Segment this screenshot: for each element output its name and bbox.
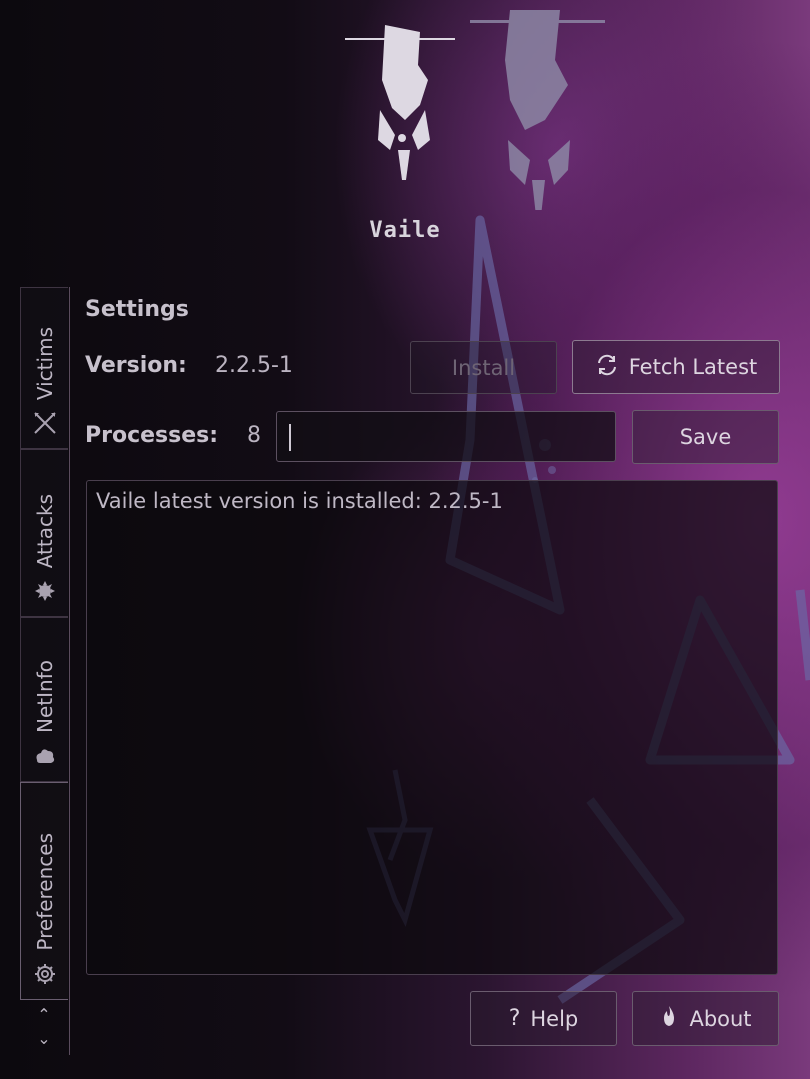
status-log-text: Vaile latest version is installed: 2.2.5… bbox=[96, 489, 503, 513]
processes-input[interactable] bbox=[276, 411, 616, 462]
app-title: Vaile bbox=[369, 218, 441, 243]
tab-netinfo-label: NetInfo bbox=[32, 660, 57, 733]
side-tab-bar: Victims Attacks NetInfo Preferences ⌃ ⌄ bbox=[20, 287, 70, 1055]
processes-value: 8 bbox=[247, 423, 261, 448]
help-button-label: Help bbox=[530, 1006, 579, 1031]
about-button-label: About bbox=[689, 1006, 752, 1031]
crossed-swords-icon bbox=[32, 410, 58, 436]
fetch-latest-button[interactable]: Fetch Latest bbox=[572, 340, 780, 394]
refresh-icon bbox=[595, 353, 619, 382]
flame-icon bbox=[659, 1004, 679, 1033]
help-button[interactable]: ? Help bbox=[470, 991, 617, 1046]
tab-preferences[interactable]: Preferences bbox=[20, 782, 68, 1000]
tab-victims-label: Victims bbox=[32, 326, 57, 400]
help-icon: ? bbox=[508, 1006, 521, 1031]
install-button[interactable]: Install bbox=[410, 341, 557, 394]
gear-icon bbox=[32, 961, 58, 987]
version-label: Version: bbox=[85, 353, 187, 378]
text-cursor bbox=[289, 424, 291, 451]
install-button-label: Install bbox=[451, 355, 516, 380]
tab-netinfo[interactable]: NetInfo bbox=[20, 617, 68, 782]
save-button[interactable]: Save bbox=[632, 410, 779, 464]
vaile-logo-icon bbox=[345, 10, 605, 210]
fetch-latest-label: Fetch Latest bbox=[628, 355, 758, 379]
tab-attacks-label: Attacks bbox=[32, 493, 57, 568]
about-button[interactable]: About bbox=[632, 991, 779, 1046]
tab-scroll-arrows: ⌃ ⌄ bbox=[20, 1003, 68, 1053]
fire-cloud-icon bbox=[32, 743, 58, 769]
gear-burst-icon bbox=[32, 578, 58, 604]
scroll-up-icon[interactable]: ⌃ bbox=[20, 1003, 68, 1027]
settings-heading: Settings bbox=[85, 297, 189, 322]
processes-label: Processes: bbox=[85, 423, 219, 448]
save-button-label: Save bbox=[679, 425, 732, 449]
version-value: 2.2.5-1 bbox=[215, 353, 293, 378]
scroll-down-icon[interactable]: ⌄ bbox=[20, 1027, 68, 1051]
status-log: Vaile latest version is installed: 2.2.5… bbox=[86, 480, 778, 975]
tab-attacks[interactable]: Attacks bbox=[20, 449, 68, 617]
tab-victims[interactable]: Victims bbox=[20, 287, 68, 449]
tab-preferences-label: Preferences bbox=[32, 833, 57, 951]
